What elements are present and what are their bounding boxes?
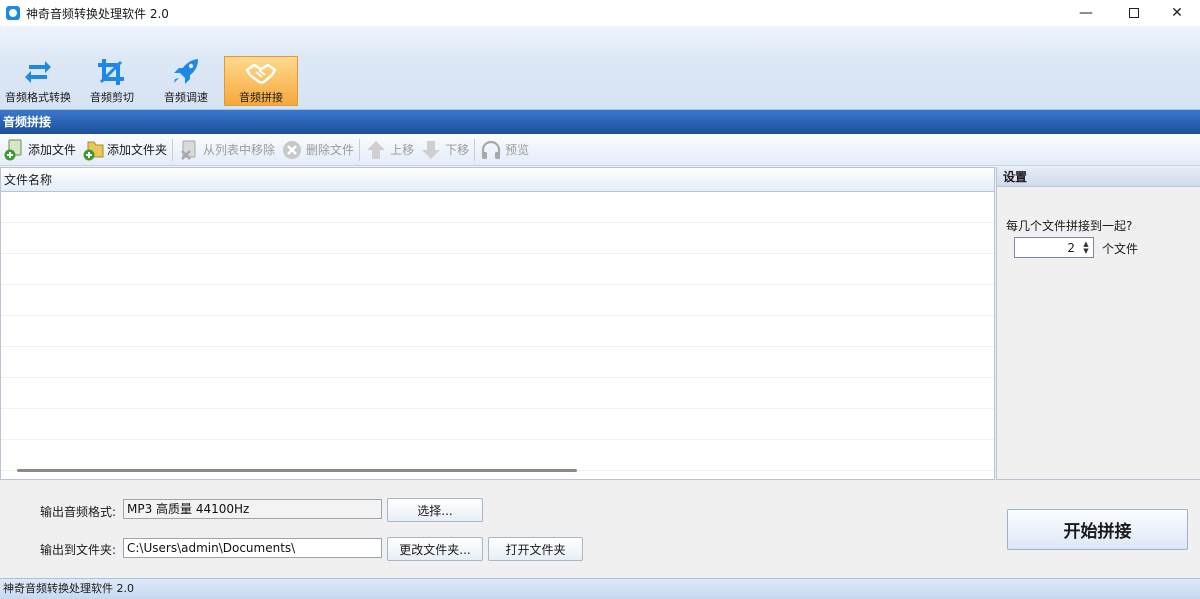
ribbon-label: 音频格式转换 xyxy=(5,91,71,104)
output-format-field[interactable]: MP3 高质量 44100Hz xyxy=(123,499,382,519)
close-icon: ✕ xyxy=(1171,5,1183,21)
delete-file-label: 删除文件 xyxy=(306,143,355,157)
toolbar-separator xyxy=(359,138,361,161)
output-folder-label: 输出到文件夹: xyxy=(40,543,117,557)
add-file-icon xyxy=(3,139,25,161)
move-down-button[interactable]: 下移 xyxy=(417,136,472,164)
ribbon-label: 音频调速 xyxy=(164,91,208,104)
minimize-button[interactable]: — xyxy=(1063,0,1109,26)
file-list[interactable]: 文件名称 xyxy=(0,167,995,480)
remove-from-list-button[interactable]: 从列表中移除 xyxy=(175,136,278,164)
ribbon-concat-button[interactable]: 音频拼接 xyxy=(224,56,298,106)
crop-icon xyxy=(96,58,128,86)
stepper-arrows-icon[interactable]: ▲ ▼ xyxy=(1081,240,1091,255)
list-row xyxy=(1,285,994,316)
toolbar-separator xyxy=(172,138,174,161)
ribbon-cut-button[interactable]: 音频剪切 xyxy=(84,56,140,106)
list-row xyxy=(1,409,994,440)
output-folder-field[interactable]: C:\Users\admin\Documents\ xyxy=(123,538,382,558)
horizontal-scrollbar[interactable] xyxy=(17,469,577,472)
settings-panel: 设置 每几个文件拼接到一起? 2 ▲ ▼ 个文件 xyxy=(996,167,1200,480)
move-up-button[interactable]: 上移 xyxy=(362,136,417,164)
add-folder-label: 添加文件夹 xyxy=(107,143,168,157)
move-up-label: 上移 xyxy=(390,143,415,157)
add-folder-icon xyxy=(82,139,104,161)
title-bar: 神奇音频转换处理软件 2.0 — ✕ xyxy=(0,0,1200,26)
select-format-button[interactable]: 选择... xyxy=(387,498,483,522)
ribbon-format-convert-button[interactable]: 音频格式转换 xyxy=(2,56,74,106)
list-row xyxy=(1,378,994,409)
list-row xyxy=(1,223,994,254)
convert-arrows-icon xyxy=(22,58,54,86)
list-row xyxy=(1,347,994,378)
app-logo-icon xyxy=(6,6,20,20)
open-folder-button[interactable]: 打开文件夹 xyxy=(488,537,583,561)
add-file-label: 添加文件 xyxy=(28,143,77,157)
files-unit-label: 个文件 xyxy=(1102,242,1139,256)
delete-icon xyxy=(281,139,303,161)
files-per-group-stepper[interactable]: 2 ▲ ▼ xyxy=(1014,237,1094,258)
toolbar-separator xyxy=(474,138,476,161)
remove-icon xyxy=(178,139,200,161)
maximize-button[interactable] xyxy=(1111,0,1157,26)
minimize-icon: — xyxy=(1079,5,1093,21)
close-button[interactable]: ✕ xyxy=(1154,0,1200,26)
list-row xyxy=(1,316,994,347)
ribbon-speed-button[interactable]: 音频调速 xyxy=(158,56,214,106)
delete-file-button[interactable]: 删除文件 xyxy=(278,136,357,164)
handshake-icon xyxy=(245,59,277,86)
window-title: 神奇音频转换处理软件 2.0 xyxy=(26,6,169,21)
preview-button[interactable]: 预览 xyxy=(477,136,532,164)
output-panel: 输出音频格式: MP3 高质量 44100Hz 选择... 输出到文件夹: C:… xyxy=(0,480,1200,578)
ribbon-toolbar: 音频格式转换 音频剪切 音频调速 音频拼接 xyxy=(0,26,1200,110)
maximize-icon xyxy=(1129,8,1139,18)
section-header: 音频拼接 xyxy=(0,110,1200,134)
stepper-value: 2 xyxy=(1067,240,1075,255)
move-down-label: 下移 xyxy=(445,143,470,157)
preview-label: 预览 xyxy=(505,143,530,157)
file-toolbar: 添加文件 添加文件夹 从列表中移除 删除文件 上移 下移 预览 xyxy=(0,134,1200,166)
files-per-group-label: 每几个文件拼接到一起? xyxy=(1006,219,1133,233)
add-file-button[interactable]: 添加文件 xyxy=(0,136,79,164)
arrow-up-icon xyxy=(365,139,387,161)
remove-from-list-label: 从列表中移除 xyxy=(203,143,276,157)
settings-title: 设置 xyxy=(997,167,1200,187)
rocket-icon xyxy=(170,58,202,86)
add-folder-button[interactable]: 添加文件夹 xyxy=(79,136,170,164)
output-format-label: 输出音频格式: xyxy=(40,505,117,519)
headphones-icon xyxy=(480,139,502,161)
status-bar: 神奇音频转换处理软件 2.0 xyxy=(0,578,1200,599)
change-folder-button[interactable]: 更改文件夹... xyxy=(387,537,483,561)
list-row xyxy=(1,192,994,223)
ribbon-label: 音频拼接 xyxy=(239,91,283,104)
list-row xyxy=(1,440,994,471)
list-row xyxy=(1,254,994,285)
column-header-filename[interactable]: 文件名称 xyxy=(1,168,994,192)
arrow-down-icon xyxy=(420,139,442,161)
start-concat-button[interactable]: 开始拼接 xyxy=(1007,509,1188,550)
ribbon-label: 音频剪切 xyxy=(90,91,134,104)
